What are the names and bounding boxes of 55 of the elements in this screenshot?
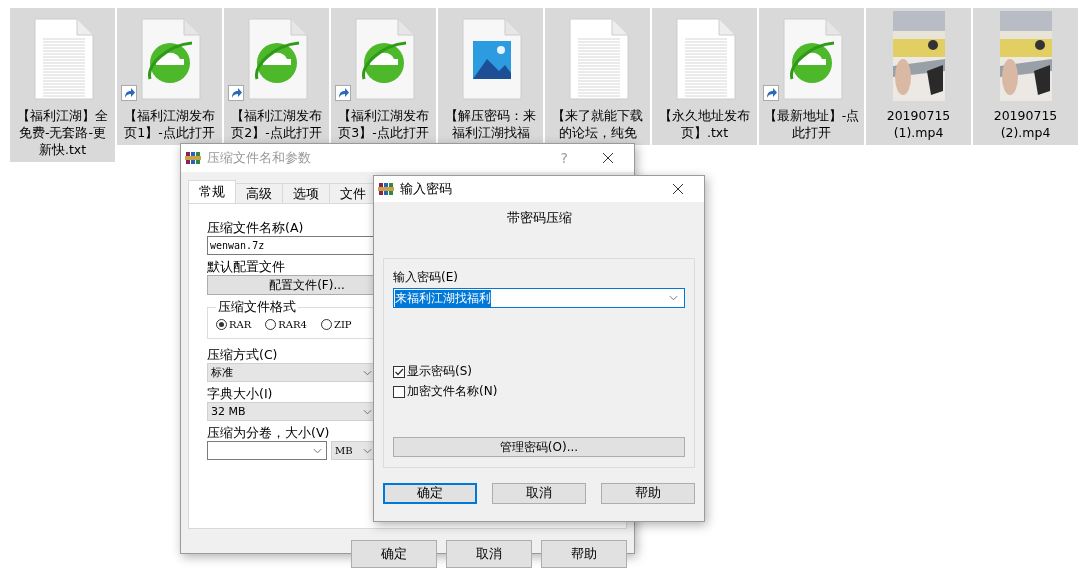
file-item[interactable]: 【解压密码：来 福利江湖找福	[438, 8, 543, 145]
file-item[interactable]: 【福利江湖】全 免费-无套路-更 新快.txt	[10, 8, 115, 162]
file-item[interactable]: 20190715 (1).mp4	[866, 8, 971, 145]
file-name: 20190715 (2).mp4	[993, 107, 1058, 142]
file-name: 【最新地址】-点 此打开	[763, 107, 860, 142]
file-item[interactable]: 【最新地址】-点 此打开	[759, 8, 864, 145]
chevron-icon	[363, 408, 372, 415]
format-radio[interactable]: ZIP	[320, 319, 352, 330]
password-field[interactable]: 来福利江湖找福利	[393, 288, 685, 308]
chevron-icon	[313, 447, 322, 454]
app-icon	[185, 150, 201, 166]
file-name: 20190715 (1).mp4	[886, 107, 951, 142]
field-label: 压缩方式(C)	[207, 347, 279, 363]
file-name: 【永久地址发布 页】.txt	[659, 107, 750, 142]
format-radio[interactable]: RAR	[216, 319, 252, 330]
file-item[interactable]: 20190715 (2).mp4	[973, 8, 1078, 145]
file-item[interactable]: 【福利江湖发布 页3】-点此打开	[331, 8, 436, 145]
window-title: 压缩文件名和参数	[207, 149, 312, 167]
file-name: 【解压密码：来 福利江湖找福	[445, 107, 536, 142]
format-radio[interactable]: RAR4	[265, 319, 307, 330]
chevron-icon	[669, 295, 678, 301]
field-label: 压缩为分卷，大小(V)	[207, 425, 331, 441]
tab[interactable]: 选项	[282, 183, 330, 203]
field-label: 字典大小(I)	[207, 386, 274, 402]
file-name: 【福利江湖发布 页1】-点此打开	[124, 107, 215, 142]
group-label: 压缩文件格式	[216, 299, 298, 314]
option-checkbox[interactable]: 加密文件名称(N)	[393, 383, 685, 400]
file-name: 【福利江湖发布 页3】-点此打开	[338, 107, 429, 142]
file-item[interactable]: 【福利江湖发布 页1】-点此打开	[117, 8, 222, 145]
manage-passwords-button[interactable]: 管理密码(O)...	[393, 437, 685, 457]
file-item[interactable]: 【福利江湖发布 页2】-点此打开	[224, 8, 329, 145]
close-icon[interactable]	[602, 152, 614, 164]
window-title: 输入密码	[400, 180, 453, 198]
app-icon	[378, 181, 394, 197]
file-item[interactable]: 【来了就能下载 的论坛，纯免	[545, 8, 650, 145]
dialog-button[interactable]: 确定	[351, 540, 437, 568]
file-name: 【福利江湖】全 免费-无套路-更 新快.txt	[17, 107, 108, 159]
dialog-button[interactable]: 帮助	[601, 483, 695, 504]
dialog-button[interactable]: 取消	[446, 540, 532, 568]
dialog-button[interactable]: 帮助	[541, 540, 627, 568]
file-name: 【来了就能下载 的论坛，纯免	[552, 107, 643, 142]
volume-size-field[interactable]	[207, 441, 327, 460]
chevron-icon	[363, 447, 372, 454]
close-icon[interactable]	[672, 183, 684, 195]
tab[interactable]: 高级	[235, 183, 283, 203]
field-label: 默认配置文件	[207, 259, 286, 275]
file-item[interactable]: 【永久地址发布 页】.txt	[652, 8, 757, 145]
tab[interactable]: 常规	[188, 180, 236, 203]
chevron-icon	[363, 369, 372, 376]
dialog-heading: 带密码压缩	[505, 210, 573, 227]
file-name: 【福利江湖发布 页2】-点此打开	[231, 107, 322, 142]
field-label: 压缩文件名称(A)	[207, 220, 305, 236]
dialog-button[interactable]: 确定	[383, 483, 477, 504]
option-checkbox[interactable]: 显示密码(S)	[393, 363, 685, 380]
dialog-button[interactable]: 取消	[492, 483, 586, 504]
